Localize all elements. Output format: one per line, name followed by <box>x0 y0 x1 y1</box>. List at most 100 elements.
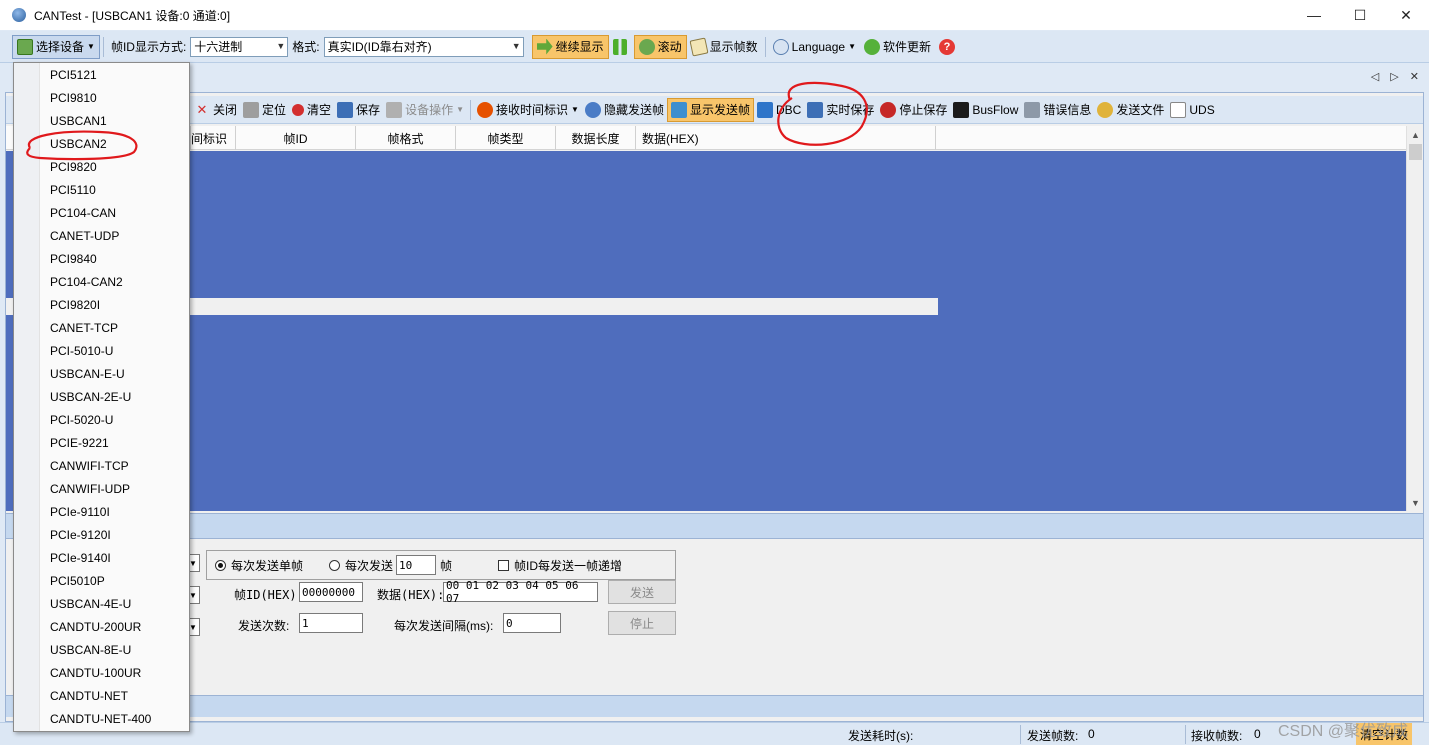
frame-unit-label: 帧 <box>440 558 453 573</box>
send-multi-radio[interactable]: 每次发送 <box>329 557 393 574</box>
device-menu-item[interactable]: CANET-UDP <box>50 224 119 247</box>
vertical-scrollbar[interactable]: ▲ ▼ <box>1406 126 1423 511</box>
checkbox-box <box>498 559 510 571</box>
maximize-button[interactable]: ☐ <box>1337 0 1383 30</box>
dbc-button[interactable]: DBC <box>754 98 804 122</box>
scroll-button[interactable]: 滚动 <box>633 34 687 59</box>
frame-grid-body[interactable] <box>6 151 1406 511</box>
frame-id-mode-select[interactable]: 十六进制 ▼ <box>190 36 289 57</box>
send-file-button[interactable]: 发送文件 <box>1094 98 1167 122</box>
device-menu-item[interactable]: PCI5110 <box>50 178 96 201</box>
device-menu-item[interactable]: PCIe-9140I <box>50 546 111 569</box>
column-header[interactable]: 帧类型 <box>456 126 556 150</box>
stop-save-button[interactable]: 停止保存 <box>877 98 950 122</box>
sent-frames-label: 发送帧数: <box>1027 729 1079 743</box>
device-menu-item[interactable]: PC104-CAN2 <box>50 270 123 293</box>
device-menu-item[interactable]: PCI9820 <box>50 155 97 178</box>
send-single-radio[interactable]: 每次发送单帧 <box>215 557 303 574</box>
help-button[interactable]: ? <box>935 35 962 59</box>
column-header[interactable]: 数据长度 <box>556 126 636 150</box>
device-menu-item[interactable]: PCI-5010-U <box>50 339 113 362</box>
pause-button[interactable] <box>609 35 634 59</box>
show-sent-button[interactable]: 显示发送帧 <box>666 97 754 122</box>
device-menu-item[interactable]: USBCAN-E-U <box>50 362 125 385</box>
device-menu-item[interactable]: USBCAN-8E-U <box>50 638 131 661</box>
multi-count-input[interactable]: 10 <box>396 555 437 575</box>
language-button[interactable]: Language ▼ <box>769 35 860 59</box>
show-frame-count-button[interactable]: 显示帧数 <box>687 35 762 59</box>
id-increment-checkbox[interactable]: 帧ID每发送一帧递增 <box>498 557 622 574</box>
device-menu-item[interactable]: CANDTU-NET <box>50 684 128 707</box>
title-bar: CANTest - [USBCAN1 设备:0 通道:0] — ☐ ✕ <box>0 0 1429 30</box>
error-info-button[interactable]: 错误信息 <box>1021 98 1094 122</box>
recv-timestamp-button[interactable]: 接收时间标识 ▼ <box>474 98 582 122</box>
select-device-button[interactable]: 选择设备 ▼ <box>12 34 100 59</box>
column-header[interactable]: 帧格式 <box>356 126 456 150</box>
device-menu-item[interactable]: PCI9820I <box>50 293 100 316</box>
device-menu-item[interactable]: USBCAN2 <box>50 132 107 155</box>
language-icon <box>772 38 789 55</box>
software-update-button[interactable]: 软件更新 <box>860 35 935 59</box>
uds-button[interactable]: UDS <box>1167 98 1217 122</box>
interval-input[interactable]: 0 <box>503 613 561 633</box>
device-menu-item[interactable]: USBCAN1 <box>50 109 107 132</box>
device-menu-item[interactable]: PC104-CAN <box>50 201 116 224</box>
frame-id-input[interactable]: 00000000 <box>299 582 363 602</box>
device-menu-item[interactable]: CANET-TCP <box>50 316 118 339</box>
clear-button[interactable]: 清空 <box>289 98 334 122</box>
tab-navigation[interactable]: ◁ ▷ ✕ <box>1371 70 1423 83</box>
send-count-input[interactable]: 1 <box>299 613 363 633</box>
chevron-down-icon: ▼ <box>848 42 856 51</box>
device-menu-item[interactable]: CANWIFI-TCP <box>50 454 129 477</box>
device-menu-item[interactable]: USBCAN-2E-U <box>50 385 131 408</box>
channel-toolbar: ✕ 关闭 定位 清空 保存 设备操作 ▼ 接收时间标识 ▼ 隐藏发送帧 显示发送… <box>6 96 1423 124</box>
locate-button[interactable]: 定位 <box>240 98 289 122</box>
close-button[interactable]: ✕ <box>1383 0 1429 30</box>
hide-sent-button[interactable]: 隐藏发送帧 <box>582 98 667 122</box>
device-menu-item[interactable]: PCI9840 <box>50 247 97 270</box>
window-controls: — ☐ ✕ <box>1291 0 1429 30</box>
device-menu-item[interactable]: CANDTU-200UR <box>50 615 141 638</box>
send-button[interactable]: 发送 <box>608 580 676 604</box>
uds-label: UDS <box>1189 102 1215 117</box>
device-menu-item[interactable]: CANDTU-100UR <box>50 661 141 684</box>
scroll-down-icon[interactable]: ▼ <box>1407 494 1424 511</box>
realtime-save-button[interactable]: 实时保存 <box>804 98 877 122</box>
panel-footer <box>6 695 1423 717</box>
chevron-down-icon: ▼ <box>276 40 286 51</box>
device-menu-item[interactable]: PCIe-9110I <box>50 500 110 523</box>
column-header[interactable]: 数据(HEX) <box>636 126 936 150</box>
column-header[interactable]: 间标识 <box>191 126 236 150</box>
device-menu-item[interactable]: PCIe-9120I <box>50 523 111 546</box>
device-menu-item[interactable]: PCI5010P <box>50 569 105 592</box>
save-button[interactable]: 保存 <box>334 98 383 122</box>
continue-display-button[interactable]: 继续显示 <box>531 34 609 59</box>
device-ops-button[interactable]: 设备操作 ▼ <box>383 98 467 122</box>
stop-button[interactable]: 停止 <box>608 611 676 635</box>
device-menu-item[interactable]: PCI5121 <box>50 63 97 86</box>
device-menu-item[interactable]: PCI9810 <box>50 86 97 109</box>
column-header[interactable]: 帧ID <box>236 126 356 150</box>
data-input[interactable]: 00 01 02 03 04 05 06 07 <box>443 579 598 605</box>
send-file-label: 发送文件 <box>1116 103 1165 117</box>
status-bar: 发送耗时(s): 发送帧数: 0 接收帧数: 0 清空计数 <box>0 722 1429 745</box>
stop-save-label: 停止保存 <box>899 103 948 117</box>
device-menu-item[interactable]: CANWIFI-UDP <box>50 477 130 500</box>
device-menu-item[interactable]: PCI-5020-U <box>50 408 113 431</box>
close-device-button[interactable]: ✕ 关闭 <box>191 98 240 122</box>
busflow-button[interactable]: BusFlow <box>950 98 1021 122</box>
minimize-button[interactable]: — <box>1291 0 1337 30</box>
save-label: 保存 <box>356 103 381 117</box>
device-menu-item[interactable]: USBCAN-4E-U <box>50 592 131 615</box>
scroll-up-icon[interactable]: ▲ <box>1407 126 1424 143</box>
notepad-icon <box>689 37 709 56</box>
device-menu-item[interactable]: PCIE-9221 <box>50 431 109 454</box>
device-ops-icon <box>386 101 403 118</box>
chevron-down-icon: ▼ <box>87 42 95 51</box>
panel-splitter[interactable] <box>6 513 1423 539</box>
radio-dot <box>329 559 341 571</box>
scroll-thumb[interactable] <box>1409 144 1422 160</box>
send-multi-label: 每次发送 <box>345 558 394 573</box>
format-select[interactable]: 真实ID(ID靠右对齐) ▼ <box>323 36 524 57</box>
device-menu-item[interactable]: CANDTU-NET-400 <box>50 707 151 730</box>
